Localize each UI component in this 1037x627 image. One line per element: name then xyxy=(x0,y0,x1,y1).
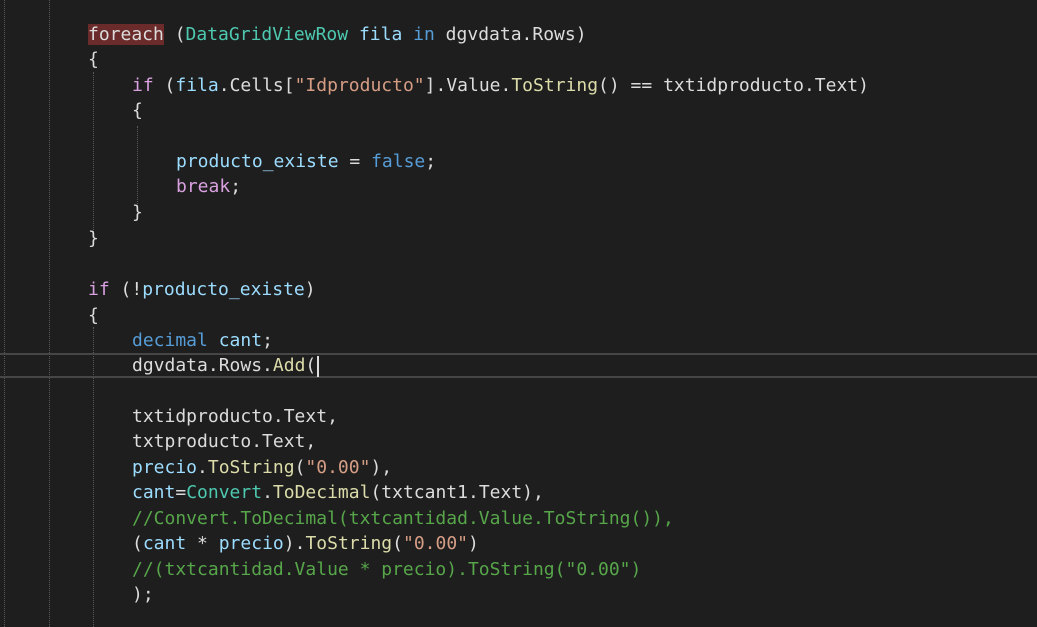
code-token: { xyxy=(88,49,99,70)
code-token: precio xyxy=(132,457,198,478)
code-token: "Idproducto" xyxy=(294,75,425,96)
code-token: precio xyxy=(218,533,284,554)
code-token: dgvdata.Rows) xyxy=(434,24,587,45)
code-token: ); xyxy=(132,584,154,605)
code-token: ( xyxy=(163,24,186,45)
code-line[interactable]: { xyxy=(88,303,99,328)
code-token: ) xyxy=(304,279,316,300)
code-token: ToDecimal xyxy=(272,482,371,503)
code-token: ; xyxy=(425,151,437,172)
code-token: foreach xyxy=(88,24,164,45)
code-token: producto_existe xyxy=(142,279,305,300)
code-token: } xyxy=(88,228,99,249)
code-token: "0.00" xyxy=(402,533,469,554)
code-line[interactable]: { xyxy=(132,98,143,123)
code-line[interactable]: } xyxy=(132,200,143,225)
code-line[interactable]: //(txtcantidad.Value * precio).ToString(… xyxy=(132,557,641,582)
code-token: cant xyxy=(142,533,187,554)
code-token: { xyxy=(132,100,143,121)
code-line[interactable]: precio.ToString("0.00"), xyxy=(132,455,392,480)
code-token: ( xyxy=(305,355,317,376)
indent-guide xyxy=(4,0,5,627)
code-line[interactable]: dgvdata.Rows.Add( xyxy=(132,353,320,378)
code-line[interactable]: ); xyxy=(132,582,154,607)
code-token: (! xyxy=(109,279,143,300)
code-token: cant xyxy=(132,482,176,503)
code-token: ToString xyxy=(305,533,393,554)
code-line[interactable]: (cant * precio).ToString("0.00") xyxy=(132,531,479,556)
code-token: * xyxy=(186,533,219,554)
code-line[interactable]: if (!producto_existe) xyxy=(88,277,316,302)
text-caret xyxy=(317,355,320,377)
code-token: "0.00" xyxy=(305,457,371,478)
code-token: dgvdata.Rows. xyxy=(132,355,273,376)
code-token: ) xyxy=(468,533,479,554)
code-token: txtidproducto.Text, xyxy=(132,406,338,427)
code-token: ( xyxy=(153,75,176,96)
code-token: () == txtidproducto.Text) xyxy=(598,75,869,96)
code-token: Add xyxy=(272,355,306,376)
indent-guide xyxy=(93,72,94,234)
code-token: decimal xyxy=(132,330,208,351)
code-line[interactable]: txtproducto.Text, xyxy=(132,429,316,454)
code-token: false xyxy=(371,151,426,172)
code-line[interactable]: txtidproducto.Text, xyxy=(132,404,338,429)
code-line[interactable]: if (fila.Cells["Idproducto"].Value.ToStr… xyxy=(132,73,869,98)
code-line[interactable]: //Convert.ToDecimal(txtcantidad.Value.To… xyxy=(132,506,674,531)
code-token: txtproducto.Text, xyxy=(132,431,317,452)
indent-guide xyxy=(137,126,138,206)
code-token: ToString xyxy=(511,75,599,96)
code-token: .Cells[ xyxy=(218,75,295,96)
code-token: producto_existe xyxy=(176,151,339,172)
code-token: DataGridViewRow xyxy=(185,24,349,45)
code-token: Convert xyxy=(186,482,263,503)
code-token: ].Value. xyxy=(424,75,512,96)
code-token: ( xyxy=(132,533,143,554)
code-token: . xyxy=(197,457,208,478)
code-line[interactable]: } xyxy=(88,226,99,251)
code-token: { xyxy=(88,305,99,326)
code-token: fila xyxy=(175,75,219,96)
code-token: . xyxy=(262,482,273,503)
code-token: cant xyxy=(218,330,263,351)
code-token: ), xyxy=(370,457,393,478)
code-token: break xyxy=(176,176,231,197)
code-token: //(txtcantidad.Value * precio).ToString(… xyxy=(132,559,642,580)
code-token: ; xyxy=(230,176,242,197)
code-token: = xyxy=(175,482,187,503)
code-line[interactable]: cant=Convert.ToDecimal(txtcant1.Text), xyxy=(132,480,544,505)
code-token: ( xyxy=(392,533,403,554)
code-token: (txtcant1.Text), xyxy=(370,482,544,503)
code-token: = xyxy=(338,151,372,172)
code-token: //Convert.ToDecimal(txtcantidad.Value.To… xyxy=(132,508,674,529)
code-line[interactable]: { xyxy=(88,47,99,72)
code-token: if xyxy=(132,75,154,96)
code-token: ). xyxy=(283,533,306,554)
code-token: ; xyxy=(262,330,273,351)
code-token: ToString xyxy=(207,457,295,478)
code-line[interactable]: producto_existe = false; xyxy=(176,149,436,174)
indent-guide xyxy=(49,0,50,627)
code-line[interactable]: foreach (DataGridViewRow fila in dgvdata… xyxy=(88,22,587,47)
code-token: fila xyxy=(358,24,403,45)
code-line[interactable]: decimal cant; xyxy=(132,328,273,353)
code-line[interactable]: break; xyxy=(176,174,241,199)
code-token: in xyxy=(413,24,435,45)
code-editor[interactable]: foreach (DataGridViewRow fila in dgvdata… xyxy=(0,0,1037,627)
code-token: } xyxy=(132,202,143,223)
code-token: if xyxy=(88,279,110,300)
code-token: ( xyxy=(294,457,306,478)
